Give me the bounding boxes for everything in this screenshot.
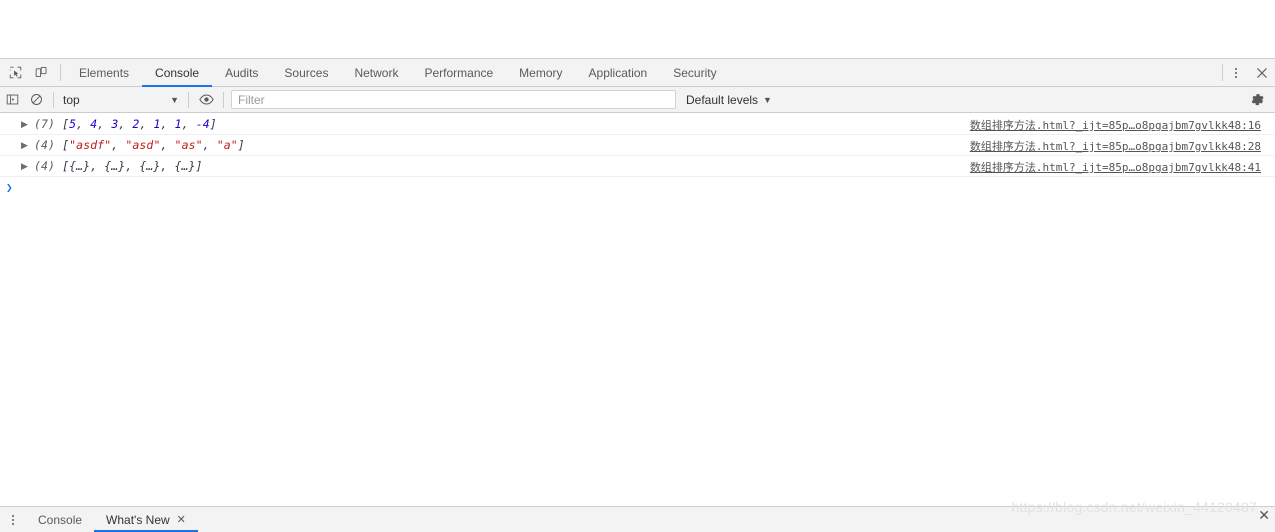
console-message-row[interactable]: ▶ (4) [{…}, {…}, {…}, {…}] 数组排序方法.html?_… [0, 156, 1275, 177]
page-viewport [0, 0, 1275, 58]
console-message-text: (4) [{…}, {…}, {…}, {…}] [34, 159, 203, 173]
watermark-close-icon[interactable]: ✕ [1258, 507, 1270, 524]
expand-arrow-icon[interactable]: ▶ [21, 161, 34, 171]
tab-sources[interactable]: Sources [271, 59, 341, 86]
console-sidebar-glyph [6, 94, 18, 105]
devtools-panel: Elements Console Audits Sources Network … [0, 58, 1275, 532]
inspect-element-glyph [9, 66, 21, 79]
clear-console-icon[interactable] [24, 88, 48, 112]
close-icon[interactable] [1249, 59, 1275, 86]
toolbar-divider [188, 91, 189, 108]
console-message-row[interactable]: ▶ (4) ["asdf", "asd", "as", "a"] 数组排序方法.… [0, 135, 1275, 156]
toolbar-divider [53, 91, 54, 108]
tab-label: Elements [79, 65, 130, 80]
gear-glyph [1251, 93, 1264, 105]
source-link[interactable]: 数组排序方法.html?_ijt=85p…o8pgajbm7gvlkk48:16 [970, 117, 1261, 133]
toolbar-divider [60, 64, 61, 81]
more-options-glyph [1235, 67, 1237, 78]
device-toolbar-glyph [35, 67, 47, 78]
log-levels-select[interactable]: Default levels ▼ [678, 90, 776, 110]
console-sidebar-icon[interactable] [0, 88, 24, 112]
drawer-tabbar: Console What's New ✕ [0, 506, 1275, 532]
drawer-more-options-glyph [12, 514, 14, 525]
tab-label: Security [673, 65, 717, 80]
inspect-element-icon[interactable] [2, 59, 28, 86]
tab-audits[interactable]: Audits [212, 59, 271, 86]
array-count: (4) [34, 138, 56, 152]
execution-context-value: top [63, 92, 80, 107]
tab-performance[interactable]: Performance [411, 59, 506, 86]
clear-console-glyph [30, 94, 42, 105]
toolbar-divider [223, 91, 224, 108]
source-link[interactable]: 数组排序方法.html?_ijt=85p…o8pgajbm7gvlkk48:28 [970, 138, 1261, 154]
tab-label: Sources [284, 65, 329, 80]
tab-label: Console [155, 65, 200, 80]
close-icon[interactable]: ✕ [177, 513, 186, 526]
console-message-text: (7) [5, 4, 3, 2, 1, 1, -4] [34, 117, 217, 131]
console-message-text: (4) ["asdf", "asd", "as", "a"] [34, 138, 245, 152]
tab-label: Application [588, 65, 648, 80]
array-count: (4) [34, 159, 56, 173]
console-message-row[interactable]: ▶ (7) [5, 4, 3, 2, 1, 1, -4] 数组排序方法.html… [0, 114, 1275, 135]
more-options-icon[interactable] [1223, 59, 1249, 86]
object-preview: [{…}, {…}, {…}, {…}] [55, 159, 203, 173]
live-expression-eye-icon[interactable] [194, 88, 218, 112]
tabbar-right-actions [1222, 59, 1275, 86]
device-toolbar-icon[interactable] [28, 59, 54, 86]
prompt-caret-icon: ❯ [6, 181, 13, 194]
settings-gear-icon[interactable] [1245, 88, 1271, 112]
console-toolbar: top ▼ Default levels ▼ [0, 87, 1275, 113]
array-count: (7) [34, 117, 56, 131]
tab-security[interactable]: Security [660, 59, 729, 86]
eye-glyph [198, 94, 214, 105]
source-link[interactable]: 数组排序方法.html?_ijt=85p…o8pgajbm7gvlkk48:41 [970, 159, 1261, 175]
console-message-list: ▶ (7) [5, 4, 3, 2, 1, 1, -4] 数组排序方法.html… [0, 114, 1275, 506]
close-glyph [1257, 67, 1267, 78]
devtools-main-tabbar: Elements Console Audits Sources Network … [0, 59, 1275, 87]
tab-console[interactable]: Console [142, 59, 213, 87]
console-prompt-row[interactable]: ❯ [0, 177, 1275, 198]
expand-arrow-icon[interactable]: ▶ [21, 140, 34, 150]
tab-label: Audits [225, 65, 259, 80]
drawer-more-options-icon[interactable] [0, 507, 26, 532]
chevron-down-icon: ▼ [170, 94, 179, 105]
tab-label: Memory [519, 65, 563, 80]
tab-elements[interactable]: Elements [66, 59, 142, 86]
chevron-down-icon: ▼ [763, 94, 772, 105]
expand-arrow-icon[interactable]: ▶ [21, 119, 34, 129]
drawer-tab-label: What's New [106, 512, 170, 527]
tab-network[interactable]: Network [341, 59, 411, 86]
tab-label: Network [354, 65, 399, 80]
filter-input[interactable] [231, 90, 676, 109]
tab-memory[interactable]: Memory [506, 59, 575, 86]
drawer-tab-whats-new[interactable]: What's New ✕ [94, 507, 198, 532]
tab-label: Performance [424, 65, 494, 80]
drawer-tab-console[interactable]: Console [26, 507, 94, 532]
log-levels-value: Default levels [686, 92, 759, 107]
execution-context-select[interactable]: top ▼ [59, 90, 183, 110]
drawer-tab-label: Console [38, 512, 83, 527]
tab-application[interactable]: Application [576, 59, 661, 86]
